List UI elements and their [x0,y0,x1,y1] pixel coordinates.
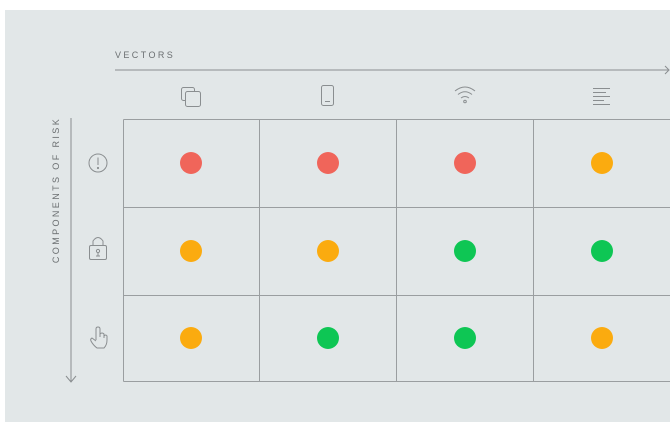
mobile-phone-icon [321,85,334,106]
padlock-icon [89,237,107,260]
vectors-axis-arrow [115,65,670,75]
status-dot-orange [180,240,202,262]
status-dot-red [180,152,202,174]
hand-pointer-icon [90,326,108,349]
copy-icon [181,87,201,107]
status-dot-green [454,240,476,262]
risk-matrix-diagram [65,65,670,383]
components-axis-arrow [65,118,77,383]
status-dot-orange [317,240,339,262]
status-dot-green [591,240,613,262]
status-dot-orange [180,327,202,349]
status-dot-green [454,327,476,349]
status-dot-red [454,152,476,174]
status-dot-orange [591,327,613,349]
matrix-grid [123,119,670,382]
status-dot-orange [591,152,613,174]
status-dot-green [317,327,339,349]
wifi-icon [454,86,476,104]
status-dot-red [317,152,339,174]
text-lines-icon [593,88,610,105]
exclamation-circle-icon [88,153,108,173]
